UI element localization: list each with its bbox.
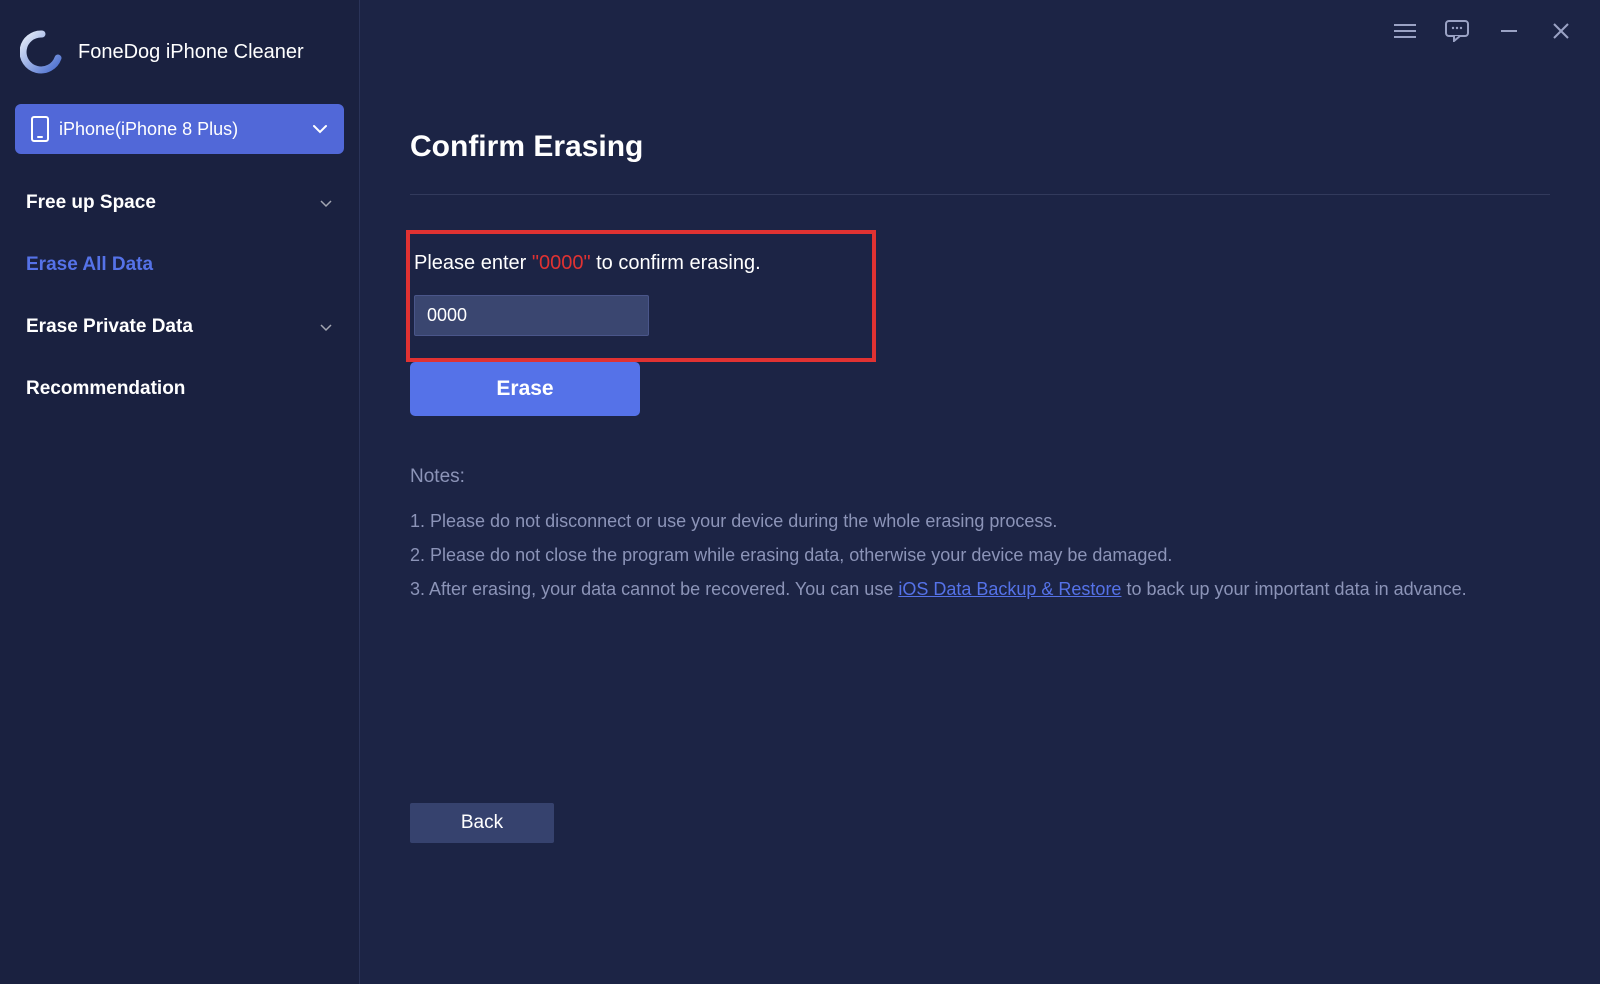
minimize-icon[interactable] xyxy=(1496,20,1522,42)
feedback-icon[interactable] xyxy=(1444,20,1470,42)
note-item: 2. Please do not close the program while… xyxy=(410,538,1550,572)
close-icon[interactable] xyxy=(1548,20,1574,42)
confirm-suffix: to confirm erasing. xyxy=(591,252,761,274)
confirm-input[interactable] xyxy=(414,295,649,336)
sidebar-item-label: Recommendation xyxy=(26,378,185,400)
sidebar-item-label: Erase Private Data xyxy=(26,316,193,338)
confirm-code: "0000" xyxy=(532,252,591,274)
device-selector[interactable]: iPhone(iPhone 8 Plus) xyxy=(15,104,344,154)
titlebar-controls xyxy=(1392,20,1574,42)
device-name: iPhone(iPhone 8 Plus) xyxy=(59,119,302,140)
confirm-prefix: Please enter xyxy=(414,252,532,274)
menu-icon[interactable] xyxy=(1392,20,1418,42)
content-area: Confirm Erasing Please enter "0000" to c… xyxy=(360,0,1600,637)
note3-suffix: to back up your important data in advanc… xyxy=(1121,579,1466,599)
note-item: 1. Please do not disconnect or use your … xyxy=(410,504,1550,538)
ios-backup-link[interactable]: iOS Data Backup & Restore xyxy=(898,579,1121,599)
divider xyxy=(410,194,1550,195)
app-header: FoneDog iPhone Cleaner xyxy=(0,20,359,104)
sidebar-item-recommendation[interactable]: Recommendation xyxy=(0,358,359,420)
sidebar-item-label: Free up Space xyxy=(26,192,156,214)
notes-heading: Notes: xyxy=(410,466,1550,488)
confirm-instruction: Please enter "0000" to confirm erasing. xyxy=(414,252,872,275)
back-button[interactable]: Back xyxy=(410,803,554,843)
phone-icon xyxy=(31,116,49,142)
notes-section: Notes: 1. Please do not disconnect or us… xyxy=(410,466,1550,607)
note3-prefix: 3. After erasing, your data cannot be re… xyxy=(410,579,898,599)
app-title: FoneDog iPhone Cleaner xyxy=(78,41,304,64)
sidebar-item-label: Erase All Data xyxy=(26,254,153,276)
chevron-down-icon xyxy=(319,199,333,208)
confirm-highlight-box: Please enter "0000" to confirm erasing. xyxy=(406,230,876,362)
erase-button[interactable]: Erase xyxy=(410,362,640,416)
chevron-down-icon xyxy=(319,323,333,332)
chevron-down-icon xyxy=(312,124,328,134)
main-content: Confirm Erasing Please enter "0000" to c… xyxy=(360,0,1600,984)
note-item: 3. After erasing, your data cannot be re… xyxy=(410,572,1550,606)
sidebar: FoneDog iPhone Cleaner iPhone(iPhone 8 P… xyxy=(0,0,360,984)
app-logo-icon xyxy=(20,30,64,74)
sidebar-item-erase-private-data[interactable]: Erase Private Data xyxy=(0,296,359,358)
sidebar-item-free-up-space[interactable]: Free up Space xyxy=(0,172,359,234)
sidebar-item-erase-all-data[interactable]: Erase All Data xyxy=(0,234,359,296)
page-title: Confirm Erasing xyxy=(410,130,1550,164)
